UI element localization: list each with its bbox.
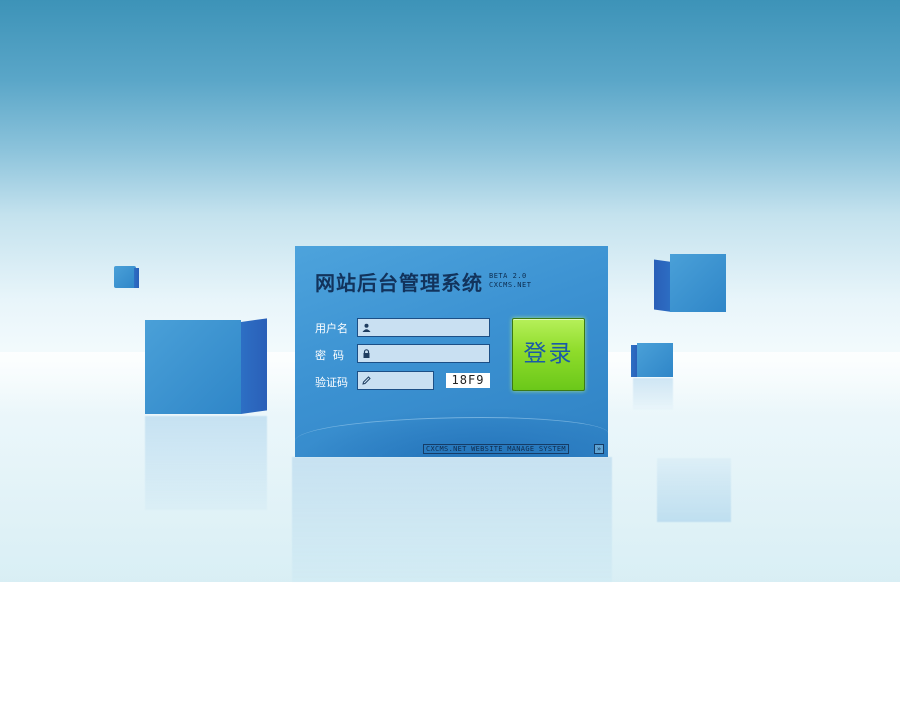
decor-cube-small — [114, 266, 140, 290]
username-label: 用户名 — [315, 322, 348, 335]
cube-reflection-right — [657, 458, 731, 522]
decor-cube-left — [145, 318, 270, 416]
captcha-image[interactable]: 18F9 — [446, 373, 490, 388]
site-text: CXCMS.NET — [489, 281, 532, 289]
system-title: 网站后台管理系统 — [315, 271, 483, 295]
cube-reflection-mid — [633, 378, 673, 410]
user-icon — [362, 323, 371, 332]
background-bottom — [0, 582, 900, 717]
decor-cube-right-mid — [631, 343, 675, 379]
pencil-icon — [362, 376, 371, 385]
login-button[interactable]: 登录 — [512, 318, 585, 391]
username-field[interactable] — [357, 318, 490, 337]
panel-reflection — [292, 457, 612, 582]
captcha-input[interactable] — [374, 372, 431, 389]
cube-reflection-left — [145, 416, 267, 510]
lock-icon — [362, 349, 371, 358]
footer-system-name: CXCMS.NET WEBSITE MANAGE SYSTEM — [423, 444, 569, 454]
password-input[interactable] — [374, 345, 487, 362]
login-panel: 网站后台管理系统 BETA 2.0 CXCMS.NET 用户名 密 码 验证码 … — [295, 246, 608, 457]
captcha-field[interactable] — [357, 371, 434, 390]
version-label: BETA 2.0 CXCMS.NET — [489, 272, 531, 290]
decor-cube-right-top — [654, 254, 730, 316]
captcha-label: 验证码 — [315, 376, 348, 389]
version-text: BETA 2.0 — [489, 272, 527, 280]
arrow-icon[interactable]: » — [594, 444, 604, 454]
username-input[interactable] — [374, 319, 487, 336]
password-field[interactable] — [357, 344, 490, 363]
password-label: 密 码 — [315, 349, 344, 362]
